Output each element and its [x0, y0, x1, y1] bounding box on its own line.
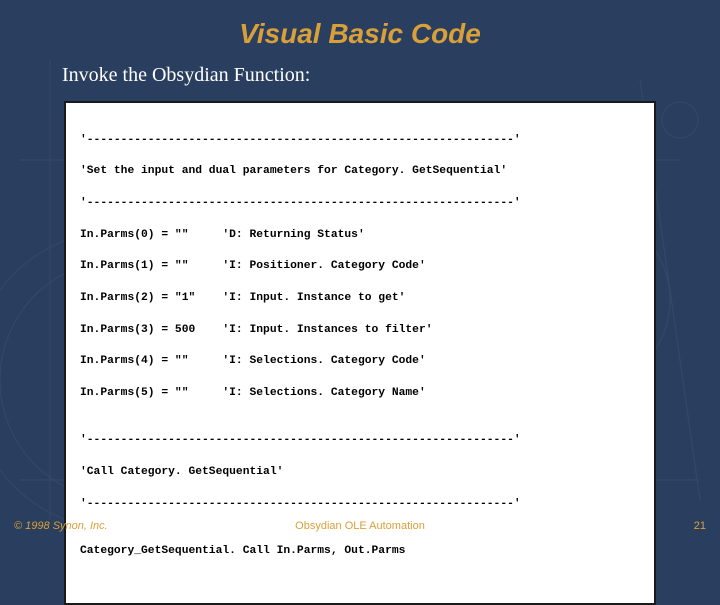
slide-title: Visual Basic Code: [40, 18, 680, 50]
code-line: '---------------------------------------…: [80, 196, 640, 212]
code-line: 'Call Category. GetSequential': [80, 465, 640, 481]
slide-container: Visual Basic Code Invoke the Obsydian Fu…: [0, 0, 720, 540]
code-line: In.Parms(3) = 500 'I: Input. Instances t…: [80, 323, 640, 339]
code-line: '---------------------------------------…: [80, 433, 640, 449]
code-line: In.Parms(0) = "" 'D: Returning Status': [80, 228, 640, 244]
code-line: In.Parms(2) = "1" 'I: Input. Instance to…: [80, 291, 640, 307]
code-line: In.Parms(5) = "" 'I: Selections. Categor…: [80, 386, 640, 402]
slide-footer: © 1998 Synon, Inc. Obsydian OLE Automati…: [0, 520, 720, 532]
slide-subtitle: Invoke the Obsydian Function:: [62, 64, 680, 87]
code-line: 'Set the input and dual parameters for C…: [80, 164, 640, 180]
code-line: In.Parms(1) = "" 'I: Positioner. Categor…: [80, 259, 640, 275]
copyright-text: © 1998 Synon, Inc.: [14, 520, 108, 532]
code-line: '---------------------------------------…: [80, 497, 640, 513]
code-line: Category_GetSequential. Call In.Parms, O…: [80, 544, 640, 560]
page-number: 21: [694, 520, 706, 532]
code-line: In.Parms(4) = "" 'I: Selections. Categor…: [80, 354, 640, 370]
code-line: '---------------------------------------…: [80, 133, 640, 149]
footer-center-text: Obsydian OLE Automation: [295, 520, 425, 532]
